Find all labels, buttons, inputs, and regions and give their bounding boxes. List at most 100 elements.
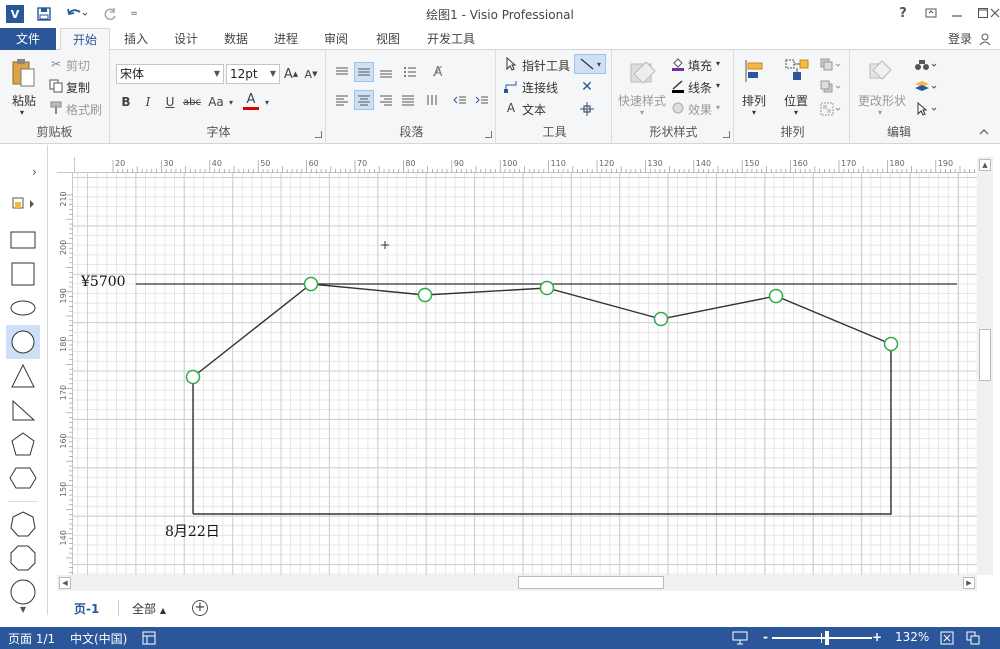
line-tool-button[interactable]: ▾ [574,54,606,74]
chevron-down-icon[interactable]: ▾ [640,108,644,117]
triangle-shape[interactable] [6,359,40,393]
change-shape-icon[interactable] [866,56,896,86]
italic-button[interactable]: I [138,92,158,112]
position-button[interactable]: 位置 [784,92,808,109]
fill-button[interactable]: 填充 [688,57,712,74]
font-size-select[interactable]: 12pt ▼ [226,64,280,84]
right-triangle-shape[interactable] [6,393,40,427]
circle-shape[interactable] [6,325,40,359]
chevron-down-icon[interactable]: ▾ [716,81,720,90]
hexagon-shape[interactable] [6,461,40,495]
heptagon-shape[interactable] [6,507,40,541]
align-left-icon[interactable] [332,90,352,110]
send-backward-icon[interactable] [818,78,844,96]
text-direction-icon[interactable] [422,90,442,110]
vertex-handle[interactable] [883,336,899,352]
align-middle-icon[interactable] [354,62,374,82]
justify-icon[interactable] [398,90,418,110]
close-x-icon[interactable]: ✕ [578,78,596,96]
line-path[interactable] [192,283,892,515]
chevron-down-icon[interactable]: ▾ [878,108,882,117]
connector-button[interactable]: 连接线 [522,79,558,96]
zoom-out-button[interactable]: - [763,630,768,644]
cut-icon[interactable]: ✂ [48,56,64,72]
paste-dropdown-icon[interactable]: ▾ [20,108,24,117]
align-top-icon[interactable] [332,62,352,82]
tab-review[interactable]: 审阅 [314,28,358,50]
tab-design[interactable]: 设计 [164,28,208,50]
macro-recording-icon[interactable] [142,631,156,645]
tab-home[interactable]: 开始 [60,28,110,51]
effects-icon[interactable] [670,100,686,116]
increase-indent-icon[interactable] [472,90,492,110]
chevron-down-icon[interactable]: ▾ [794,108,798,117]
decagon-shape[interactable] [6,575,40,609]
insert-page-icon[interactable]: + [192,600,208,616]
chevron-down-icon[interactable]: ▾ [716,103,720,112]
font-color-button[interactable]: A [240,90,262,112]
shape-styles-dialog-launcher-icon[interactable] [723,131,730,138]
switch-windows-icon[interactable] [966,631,980,645]
status-language[interactable]: 中文(中国) [70,630,127,647]
format-painter-icon[interactable] [48,100,64,116]
line-icon[interactable] [670,78,686,94]
scroll-left-icon[interactable]: ◀ [59,577,71,589]
octagon-shape[interactable] [6,541,40,575]
strikethrough-button[interactable]: abc [180,92,204,112]
tab-process[interactable]: 进程 [264,28,308,50]
zoom-slider[interactable] [772,631,872,645]
font-name-select[interactable]: 宋体 ▼ [116,64,224,84]
ribbon-display-icon[interactable] [918,2,944,24]
vertex-handle[interactable] [768,288,784,304]
vertex-handle[interactable] [185,369,201,385]
scroll-up-icon[interactable]: ▲ [979,159,991,171]
copy-button[interactable]: 复制 [66,79,90,96]
horizontal-scroll-thumb[interactable] [518,576,664,589]
text-tool-icon[interactable]: A [504,100,518,116]
copy-icon[interactable] [48,78,64,94]
collapse-ribbon-icon[interactable] [978,126,992,140]
format-painter-button[interactable]: 格式刷 [66,101,102,118]
shrink-font-icon[interactable]: A ▼ [302,64,320,84]
tab-view[interactable]: 视图 [364,28,412,50]
change-case-button[interactable]: Aa [204,92,228,112]
top-value-label[interactable]: ¥5700 [81,274,126,290]
scroll-shapes-down-icon[interactable]: ▼ [20,605,26,614]
tab-developer[interactable]: 开发工具 [418,28,484,50]
scroll-right-end-icon[interactable]: ▶ [963,577,975,589]
position-icon[interactable] [782,56,812,86]
font-dialog-launcher-icon[interactable] [315,131,322,138]
grow-font-icon[interactable]: A ▲ [282,64,300,84]
paste-button[interactable]: 粘贴 [12,92,36,109]
window-close-button[interactable] [990,2,1000,24]
login-link[interactable]: 登录 [948,30,972,47]
select-icon[interactable] [912,100,940,118]
vertical-scroll-thumb[interactable] [979,329,991,381]
vertex-handle[interactable] [417,287,433,303]
vertex-handle[interactable] [303,276,319,292]
chevron-down-icon[interactable]: ▾ [716,59,720,68]
fill-icon[interactable] [670,56,686,72]
horizontal-scrollbar[interactable]: ◀ ▶ [57,575,977,591]
rectangle-shape[interactable] [6,223,40,257]
effects-button[interactable]: 效果 [688,101,712,118]
bottom-date-label[interactable]: 8月22日 [165,521,220,541]
bring-forward-icon[interactable] [818,56,844,74]
pointer-tool-button[interactable]: 指针工具 [522,57,570,74]
align-center-icon[interactable] [354,90,374,110]
align-button[interactable]: 排列 [742,92,766,109]
zoom-in-button[interactable]: + [872,630,882,644]
align-right-icon[interactable] [376,90,396,110]
quick-styles-button[interactable]: 快速样式 [618,92,666,109]
page-tab-1[interactable]: 页-1 [74,600,99,617]
text-tool-button[interactable]: 文本 [522,101,546,118]
connection-point-icon[interactable] [578,100,596,118]
ellipse-shape[interactable] [6,291,40,325]
tab-insert[interactable]: 插入 [114,28,158,50]
line-button[interactable]: 线条 [688,79,712,96]
stencil-icon[interactable] [12,197,40,213]
help-button[interactable]: ? [890,2,916,24]
pentagon-shape[interactable] [6,427,40,461]
find-icon[interactable] [912,56,940,74]
change-shape-button[interactable]: 更改形状 [858,92,906,109]
